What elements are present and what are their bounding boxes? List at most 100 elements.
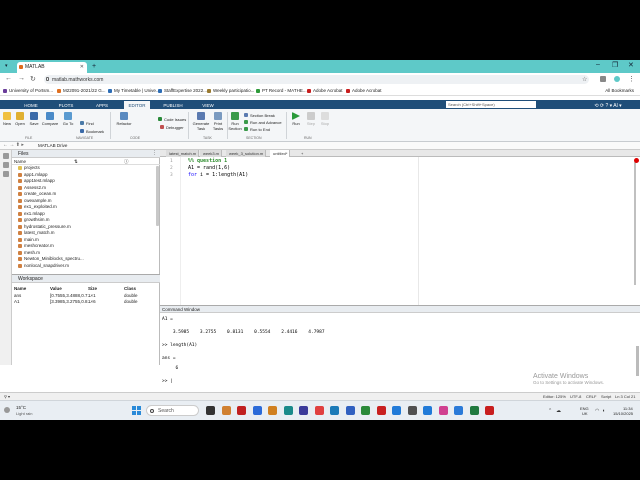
maximize-icon[interactable]: ❐	[612, 61, 618, 69]
run-button[interactable]: Run	[290, 112, 302, 126]
bookmark-3[interactable]: StaffExpertise 2022...	[158, 88, 207, 93]
taskbar-app-icon[interactable]	[454, 406, 463, 415]
taskbar-app-icon[interactable]	[206, 406, 215, 415]
tab-plots[interactable]: PLOTS	[56, 101, 76, 109]
tab-home[interactable]: HOME	[22, 101, 40, 109]
editor-tab[interactable]: week_3_solution.m	[226, 150, 267, 157]
files-panel-icon[interactable]	[2, 153, 9, 159]
tab-search-icon[interactable]: ▾	[5, 63, 8, 69]
taskbar-app-icon[interactable]	[252, 406, 262, 415]
bookmark-0[interactable]: University of Portsm...	[3, 88, 53, 93]
ws-row-name[interactable]: ans	[14, 293, 21, 298]
new-editor-tab-icon[interactable]: +	[298, 150, 305, 157]
quick-access-icons[interactable]: ⟲ ⟳ ? ▾ Al ▾	[588, 101, 628, 109]
tab-publish[interactable]: PUBLISH	[160, 101, 186, 109]
all-bookmarks[interactable]: All Bookmarks	[605, 88, 634, 93]
files-col-header[interactable]: Name ⇅ ⓘ	[12, 158, 160, 165]
run-advance-button[interactable]: Run and Advance	[244, 120, 282, 125]
weather-icon[interactable]	[4, 407, 10, 413]
files-scrollbar[interactable]	[156, 166, 159, 226]
reload-icon[interactable]: ↻	[30, 75, 36, 83]
tray-date[interactable]: 15/10/2025	[613, 411, 633, 416]
windows-start-icon[interactable]	[132, 406, 141, 415]
taskbar-app-icon[interactable]	[485, 406, 494, 415]
print-tasks-button[interactable]: Print Tasks	[211, 112, 225, 131]
taskbar-app-icon[interactable]	[314, 406, 324, 415]
code-line-3[interactable]: for i = 1:length(A1)	[188, 172, 248, 178]
ws-col-name[interactable]: Name	[14, 286, 26, 291]
tab-view[interactable]: VIEW	[198, 101, 218, 109]
back-icon[interactable]: ←	[5, 75, 12, 82]
taskbar-app-icon[interactable]	[407, 406, 417, 415]
taskbar-app-icon[interactable]	[345, 406, 355, 415]
bookmark-7[interactable]: Adobe Acrobat	[346, 88, 382, 93]
bookmark-6[interactable]: Adobe Acrobat	[307, 88, 343, 93]
profile-avatar-icon[interactable]	[614, 76, 620, 82]
generate-task-button[interactable]: Generate Task	[191, 112, 211, 131]
taskbar-app-icon[interactable]	[299, 406, 308, 415]
code-line-2[interactable]: A1 = rand(1,6)	[188, 165, 230, 171]
file-item[interactable]: nonlocal_snapdriver.m	[12, 263, 160, 270]
editor-tab[interactable]: latest_match.m	[166, 150, 200, 157]
tab-apps[interactable]: APPS	[92, 101, 112, 109]
goto-button[interactable]: Go To	[61, 112, 75, 126]
find-button[interactable]: Find	[80, 121, 94, 126]
section-break-button[interactable]: Section Break	[244, 113, 275, 118]
bookmark-5[interactable]: PT Record - MATHE...	[256, 88, 307, 93]
bookmark-4[interactable]: Weekly participatio...	[207, 88, 254, 93]
weather-temp[interactable]: 15°C	[16, 405, 26, 410]
open-button[interactable]: Open	[14, 112, 26, 126]
status-encoding[interactable]: UTF-8	[570, 394, 581, 399]
taskbar-app-icon[interactable]	[268, 406, 277, 415]
extensions-icon[interactable]	[600, 76, 606, 82]
debugger-button[interactable]: Debugger	[160, 125, 184, 130]
tray-app-icon[interactable]: ☁	[556, 408, 561, 414]
taskbar-app-icon[interactable]	[330, 406, 339, 415]
close-tab-icon[interactable]: ✕	[80, 64, 84, 70]
editor-tab[interactable]: week3.m	[200, 150, 223, 157]
close-window-icon[interactable]: ✕	[628, 61, 634, 69]
cmd-scrollbar[interactable]	[636, 346, 639, 376]
ws-col-value[interactable]: Value	[50, 286, 62, 291]
path-nav-icons[interactable]: ← → ⬆ ▸	[3, 142, 24, 148]
bookmark-1[interactable]: M22091-2021/22 G...	[57, 88, 106, 93]
ws-col-size[interactable]: Size	[88, 286, 97, 291]
taskbar-app-icon[interactable]	[392, 406, 401, 415]
compare-button[interactable]: Compare	[41, 112, 59, 126]
new-button[interactable]: New	[2, 112, 12, 126]
taskbar-app-icon[interactable]	[438, 406, 448, 415]
editor-tab-active[interactable]: untitled*	[270, 150, 291, 157]
tray-chevron-icon[interactable]: ⌃	[548, 408, 552, 414]
code-issues-button[interactable]: Code Issues	[158, 117, 186, 122]
new-tab-icon[interactable]: +	[92, 63, 96, 70]
tab-editor[interactable]: EDITOR	[124, 101, 150, 109]
tray-region[interactable]: UK	[582, 411, 588, 416]
address-bar[interactable]: matlab.mathworks.com	[44, 75, 589, 84]
refactor-button[interactable]: Refactor	[114, 112, 134, 126]
browser-tab[interactable]: MATLAB ✕	[17, 62, 87, 73]
editor-scrollbar[interactable]	[634, 162, 636, 285]
taskbar-app-icon[interactable]	[376, 406, 386, 415]
cmd-prompt[interactable]: >> |	[162, 379, 173, 384]
taskbar-app-icon[interactable]	[283, 406, 293, 415]
forward-icon[interactable]: →	[18, 75, 25, 82]
status-eol[interactable]: CRLF	[586, 394, 596, 399]
step-button[interactable]: Step	[306, 112, 316, 126]
workspace-panel-icon[interactable]	[2, 162, 9, 168]
taskbar-app-icon[interactable]	[221, 406, 231, 415]
code-line-1[interactable]: %% question 1	[188, 158, 227, 164]
taskbar-app-icon[interactable]	[469, 406, 479, 415]
volume-icon[interactable]: ◖	[602, 408, 605, 414]
save-button[interactable]: Save	[28, 112, 40, 126]
taskbar-app-icon[interactable]	[237, 406, 246, 415]
ws-col-class[interactable]: Class	[124, 286, 136, 291]
ws-row-name[interactable]: A1	[14, 299, 20, 304]
status-zoom[interactable]: Editor: 125%	[543, 394, 566, 399]
site-info-icon[interactable]	[46, 77, 49, 81]
taskbar-app-icon[interactable]	[423, 406, 432, 415]
stop-button[interactable]: Stop	[320, 112, 330, 126]
panel-menu-icon[interactable]: ⋮	[152, 150, 157, 156]
taskbar-app-icon[interactable]	[361, 406, 370, 415]
status-fx-icon[interactable]: ⚲ ▾	[4, 394, 10, 399]
status-type[interactable]: Script	[601, 394, 611, 399]
